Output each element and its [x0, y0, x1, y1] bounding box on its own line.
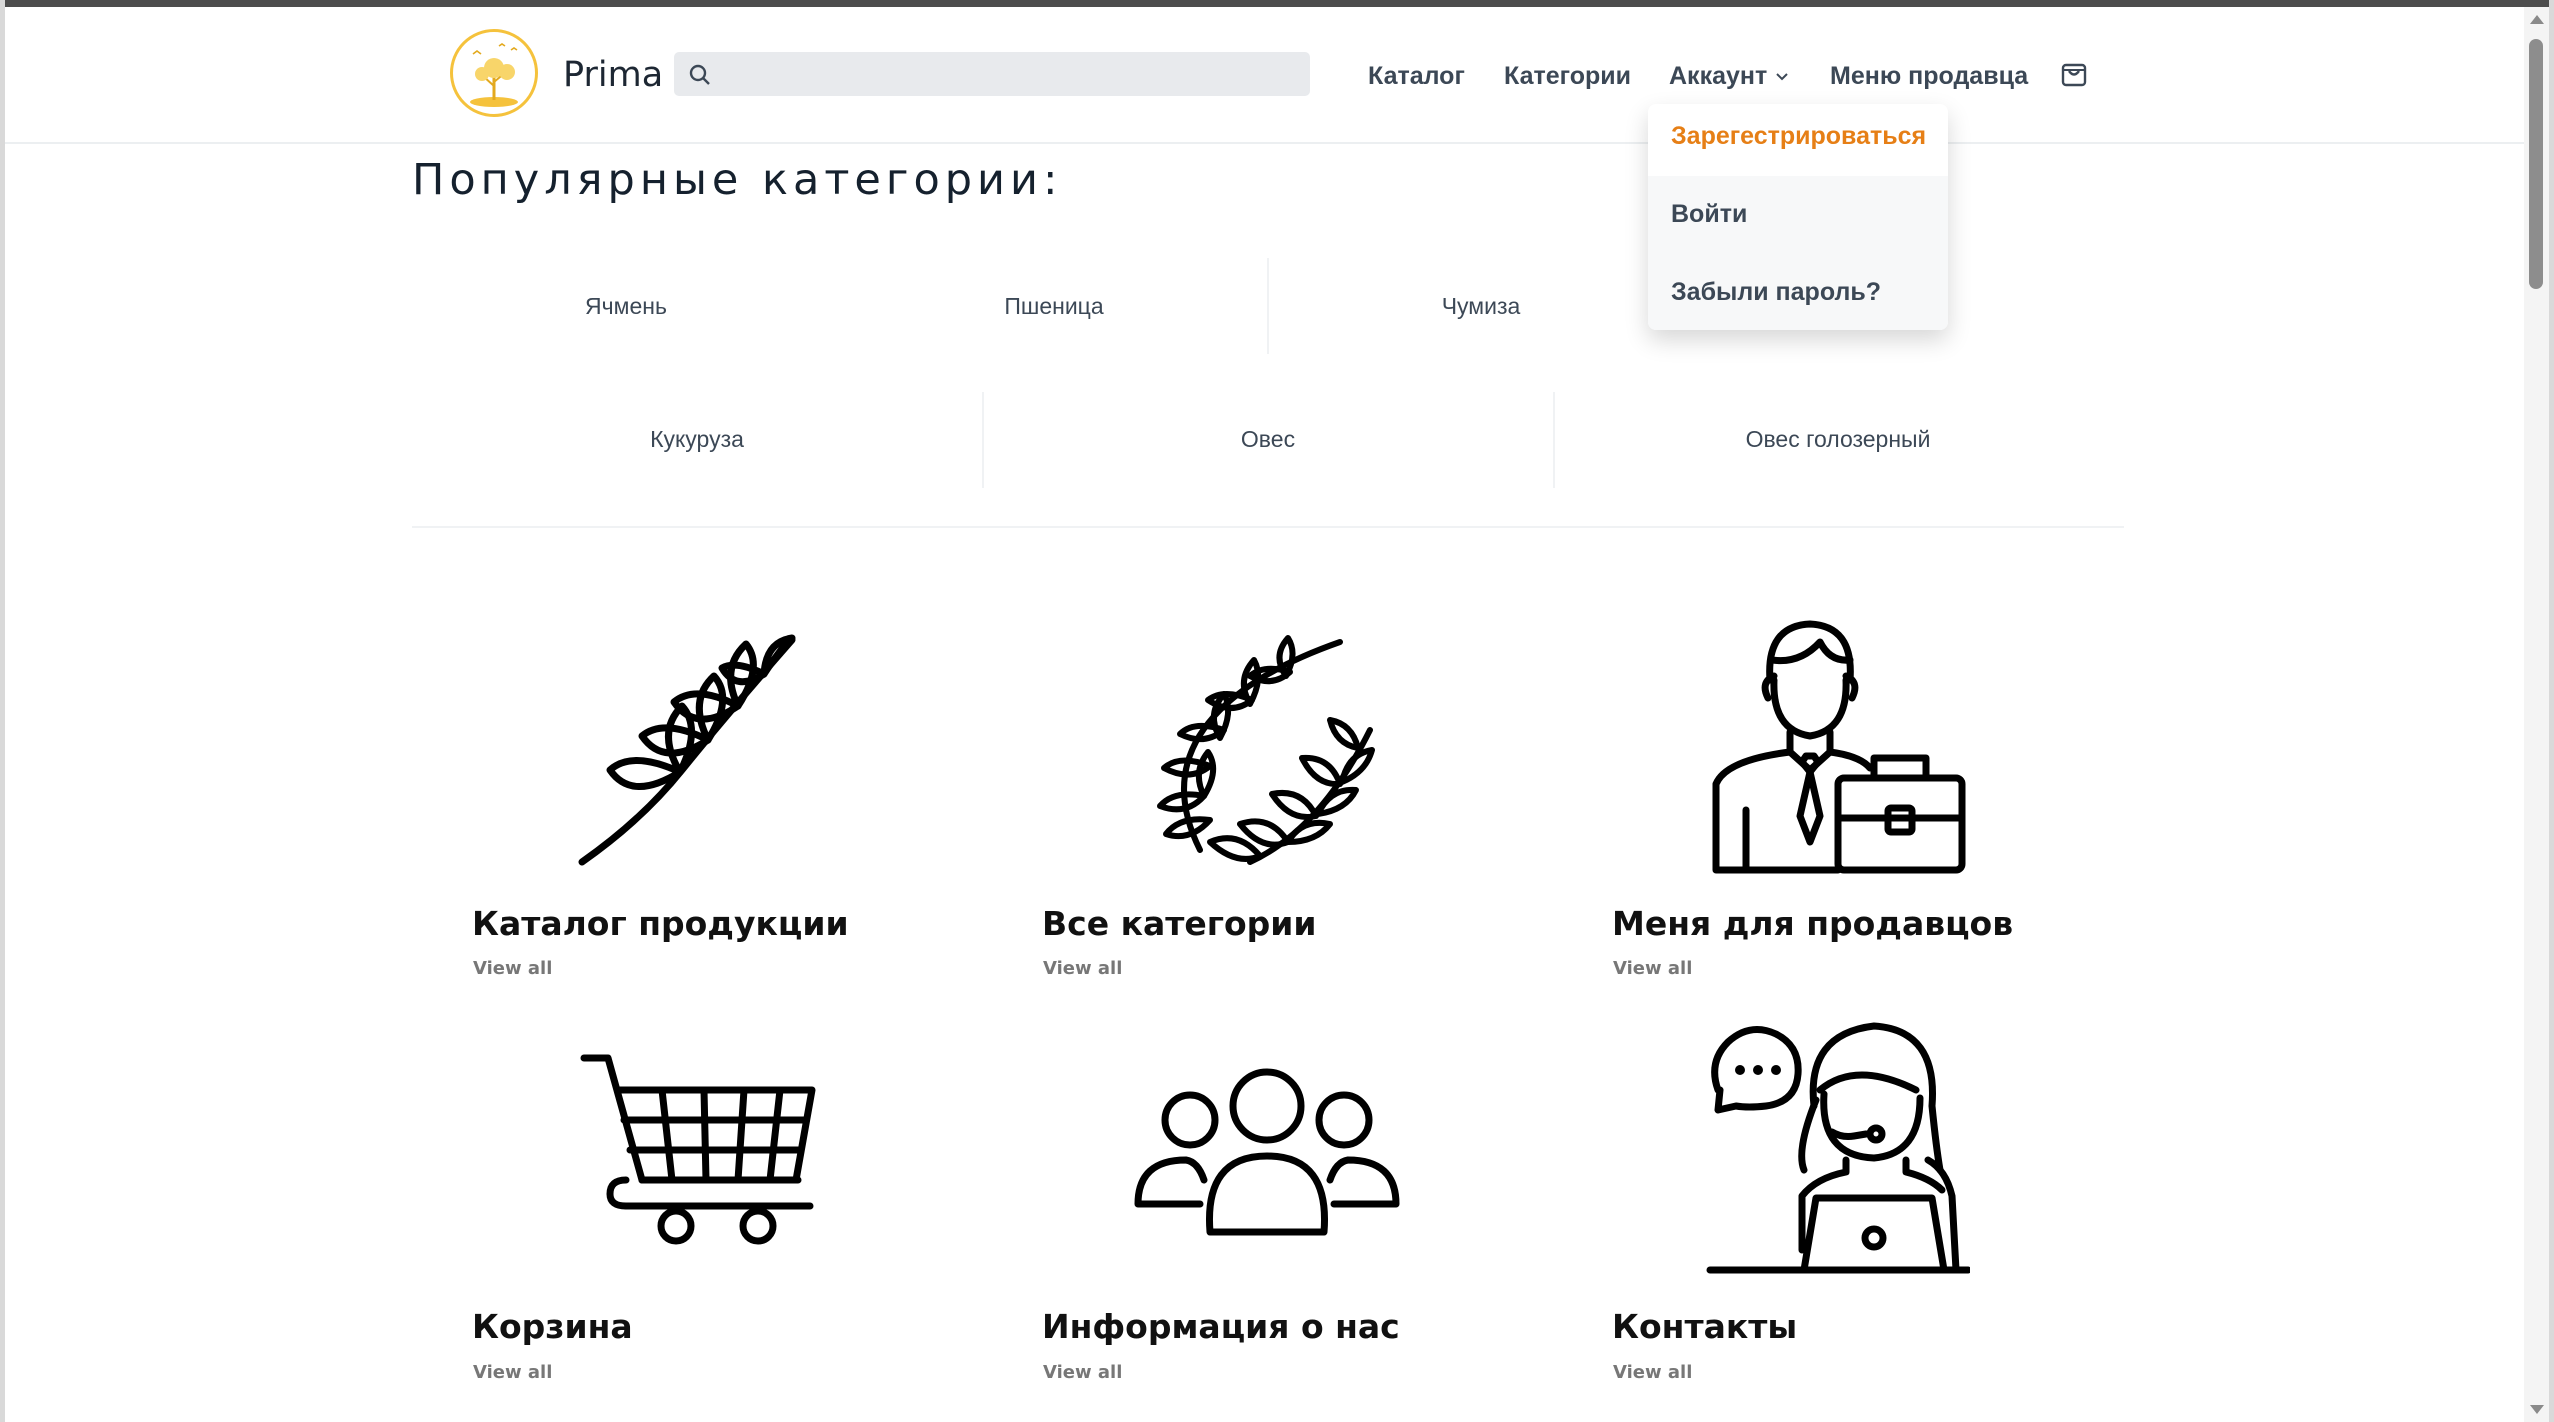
menu-item-forgot-password[interactable]: Забыли пароль? — [1671, 278, 1881, 307]
category-link[interactable]: Кукуруза — [650, 426, 744, 453]
businessman-icon[interactable] — [1710, 620, 1970, 876]
account-dropdown-menu: Зарегестрироваться Войти Забыли пароль? — [1648, 104, 1948, 330]
view-all-link[interactable]: View all — [1043, 1362, 1122, 1383]
window-frame-left — [0, 0, 5, 1422]
tile-title[interactable]: Меня для продавцов — [1612, 904, 2013, 943]
category-link[interactable]: Чумиза — [1442, 293, 1521, 320]
brand-logo[interactable] — [450, 29, 538, 117]
divider — [1267, 258, 1269, 354]
search-bar[interactable] — [674, 52, 1310, 96]
tile-title[interactable]: Все категории — [1042, 904, 1317, 943]
menu-item-login[interactable]: Войти — [1671, 200, 1747, 229]
category-link[interactable]: Пшеница — [1004, 293, 1103, 320]
support-operator-icon[interactable] — [1706, 1020, 1970, 1284]
brand-name[interactable]: Prima — [563, 55, 663, 95]
shopping-bag-icon[interactable] — [2061, 59, 2087, 87]
view-all-link[interactable]: View all — [1043, 958, 1122, 979]
tile-title[interactable]: Корзина — [472, 1307, 633, 1346]
scroll-up-arrow-icon[interactable] — [2530, 15, 2544, 24]
view-all-link[interactable]: View all — [1613, 1362, 1692, 1383]
divider — [982, 392, 984, 488]
search-input[interactable] — [722, 58, 1296, 92]
wheat-ear-icon[interactable] — [572, 620, 822, 870]
view-all-link[interactable]: View all — [473, 958, 552, 979]
menu-item-register[interactable]: Зарегестрироваться — [1671, 122, 1926, 151]
nav-seller-menu[interactable]: Меню продавца — [1830, 62, 2028, 91]
nav-account[interactable]: Аккаунт — [1669, 62, 1789, 91]
nav-catalog[interactable]: Каталог — [1368, 62, 1465, 91]
group-icon[interactable] — [1134, 1064, 1400, 1244]
chevron-down-icon — [1776, 73, 1788, 81]
view-all-link[interactable]: View all — [1613, 958, 1692, 979]
view-all-link[interactable]: View all — [473, 1362, 552, 1383]
category-link[interactable]: Ячмень — [585, 293, 667, 320]
popular-categories-title: Популярные категории: — [412, 155, 1063, 205]
divider — [1553, 392, 1555, 488]
category-link[interactable]: Овес — [1241, 426, 1295, 453]
scrollbar-thumb[interactable] — [2529, 39, 2543, 289]
tile-title[interactable]: Информация о нас — [1042, 1307, 1400, 1346]
section-divider — [412, 526, 2124, 528]
tile-title[interactable]: Контакты — [1612, 1307, 1797, 1346]
category-link[interactable]: Овес голозерный — [1746, 426, 1931, 453]
scroll-down-arrow-icon[interactable] — [2530, 1405, 2544, 1414]
site-header: Prima Каталог Категории Аккаунт Меню про… — [5, 7, 2524, 144]
nav-categories[interactable]: Категории — [1504, 62, 1631, 91]
search-icon[interactable] — [688, 63, 712, 87]
laurel-wreath-icon[interactable] — [1140, 620, 1390, 870]
window-frame-right — [2549, 0, 2554, 1422]
tree-logo-icon — [470, 43, 518, 107]
vertical-scrollbar[interactable] — [2524, 7, 2549, 1422]
window-frame-top — [0, 0, 2554, 7]
shopping-cart-icon[interactable] — [580, 1052, 820, 1252]
nav-account-label: Аккаунт — [1669, 62, 1768, 90]
tile-title[interactable]: Каталог продукции — [472, 904, 849, 943]
